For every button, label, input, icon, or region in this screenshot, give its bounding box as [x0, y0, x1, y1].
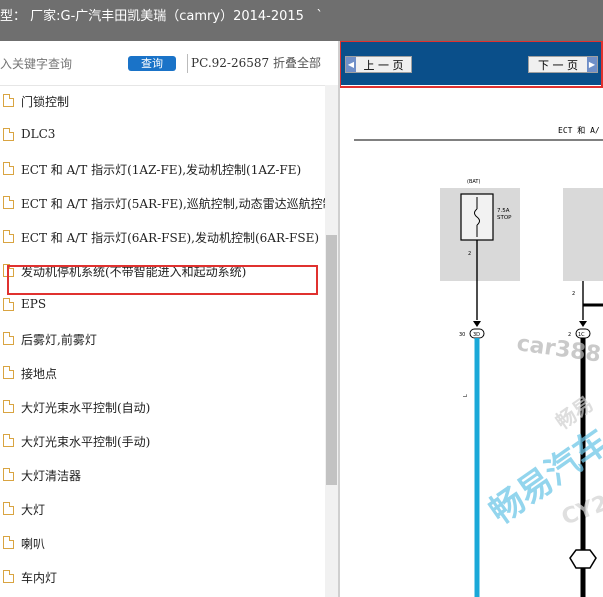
document-icon	[3, 196, 14, 209]
tree-list: 门锁控制 DLC3 ECT 和 A/T 指示灯(1AZ-FE),发动机控制(1A…	[0, 85, 325, 597]
connector-right-id: 1C	[578, 332, 585, 338]
fuse-box-right	[563, 188, 603, 281]
fuse-amp-label: 7.5A	[497, 208, 510, 214]
list-item-label: 接地点	[21, 367, 58, 381]
pin-left-top: 2	[468, 251, 471, 257]
document-icon	[3, 128, 14, 141]
separator	[187, 54, 188, 73]
list-item-label: 车内灯	[21, 571, 58, 585]
list-item[interactable]: DLC3	[0, 119, 325, 153]
arrow-right-down-icon	[579, 321, 587, 327]
watermark-car388: car388	[515, 331, 602, 368]
document-icon	[3, 434, 14, 447]
connector-left-pin: 30	[459, 332, 465, 338]
list-item-label: 后雾灯,前雾灯	[21, 333, 97, 347]
list-item[interactable]: ECT 和 A/T 指示灯(5AR-FE),巡航控制,动态雷达巡航控制	[0, 187, 325, 221]
fuse-name-label: STOP	[497, 215, 512, 221]
document-icon	[3, 468, 14, 481]
title-bar: 型： 厂家:G-广汽丰田凯美瑞（camry）2014-2015 `	[0, 0, 603, 41]
list-item-label: 大灯光束水平控制(自动)	[21, 401, 151, 415]
wire-left-code: L	[463, 394, 469, 397]
search-input[interactable]	[0, 54, 120, 74]
list-item[interactable]: 大灯	[0, 493, 325, 527]
list-item[interactable]: 喇叭	[0, 527, 325, 561]
list-item[interactable]: 接地点	[0, 357, 325, 391]
list-item-label: 大灯清洁器	[21, 469, 82, 483]
connector-right-pin: 2	[568, 332, 571, 338]
connector-left-id: 3D	[473, 332, 480, 338]
list-item-selected[interactable]: ECT 和 A/T 指示灯(6AR-FSE),发动机控制(6AR-FSE)	[0, 221, 325, 255]
list-item[interactable]: 门锁控制	[0, 85, 325, 119]
list-item[interactable]: 后雾灯,前雾灯	[0, 323, 325, 357]
pc-label: PC.92-26587	[191, 56, 270, 70]
document-icon	[3, 400, 14, 413]
document-icon	[3, 332, 14, 345]
document-icon	[3, 94, 14, 107]
document-icon	[3, 366, 14, 379]
tree-scrollbar[interactable]	[325, 85, 338, 597]
list-item[interactable]: 车内灯	[0, 561, 325, 595]
list-item[interactable]: 大灯光束水平控制(自动)	[0, 391, 325, 425]
pin-right-top: 2	[572, 291, 575, 297]
document-icon	[3, 536, 14, 549]
list-item-label: ECT 和 A/T 指示灯(1AZ-FE),发动机控制(1AZ-FE)	[21, 163, 302, 177]
collapse-all-link[interactable]: 折叠全部	[273, 56, 321, 70]
left-panel: 查询 PC.92-26587 折叠全部 门锁控制 DLC3 ECT 和 A/T …	[0, 41, 340, 597]
list-item-label: DLC3	[21, 127, 56, 141]
nav-highlight-box	[340, 41, 603, 88]
selection-highlight-box	[7, 265, 318, 295]
list-item-label: 门锁控制	[21, 95, 70, 109]
arrow-left-down-icon	[473, 321, 481, 327]
pc-info: PC.92-26587 折叠全部	[191, 54, 321, 71]
document-icon	[3, 230, 14, 243]
document-icon	[3, 162, 14, 175]
diagram-panel: ◀ 上 一 页 下 一 页 ▶ ECT 和 A/ (BAT) 7.5A STOP…	[340, 41, 603, 597]
document-icon	[3, 502, 14, 515]
list-item-label: 大灯光束水平控制(手动)	[21, 435, 151, 449]
list-item-label: EPS	[21, 297, 47, 311]
list-item-label: 喇叭	[21, 537, 46, 551]
diagram-header: ECT 和 A/	[558, 126, 600, 135]
list-item-label: ECT 和 A/T 指示灯(6AR-FSE),发动机控制(6AR-FSE)	[21, 231, 320, 245]
window-title: 型： 厂家:G-广汽丰田凯美瑞（camry）2014-2015 `	[0, 9, 323, 24]
list-item[interactable]: 大灯光束水平控制(手动)	[0, 425, 325, 459]
junction-octagon-icon	[569, 549, 597, 569]
wiring-diagram: ECT 和 A/ (BAT) 7.5A STOP 2 3D 30 L 2 1C …	[354, 126, 603, 597]
page-nav-bar: ◀ 上 一 页 下 一 页 ▶	[340, 41, 603, 88]
scrollbar-thumb[interactable]	[326, 235, 337, 485]
bat-label: (BAT)	[467, 179, 480, 185]
list-item[interactable]: ECT 和 A/T 指示灯(1AZ-FE),发动机控制(1AZ-FE)	[0, 153, 325, 187]
document-icon	[3, 570, 14, 583]
list-item[interactable]: 大灯清洁器	[0, 459, 325, 493]
list-item-label: ECT 和 A/T 指示灯(5AR-FE),巡航控制,动态雷达巡航控制	[21, 197, 325, 211]
list-item-label: 大灯	[21, 503, 46, 517]
search-row: 查询 PC.92-26587 折叠全部	[0, 41, 340, 86]
search-button[interactable]: 查询	[128, 56, 176, 71]
document-icon	[3, 298, 14, 311]
